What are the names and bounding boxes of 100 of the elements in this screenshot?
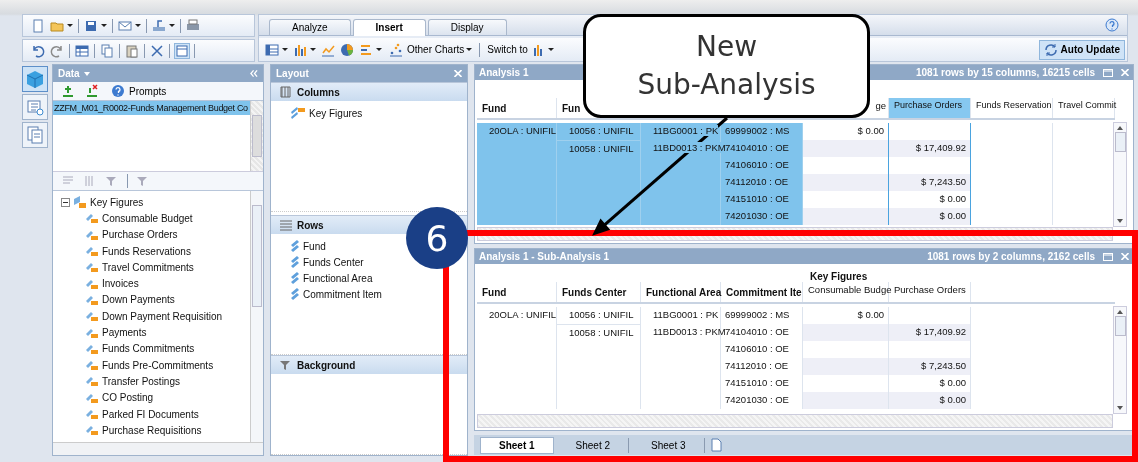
- help-icon[interactable]: [1105, 18, 1119, 32]
- add-data-icon[interactable]: [61, 84, 75, 98]
- column-header[interactable]: Fund: [480, 102, 509, 114]
- caret-icon[interactable]: [310, 48, 316, 51]
- table-cell: $ 0.00: [889, 392, 971, 409]
- save-icon[interactable]: [84, 18, 98, 33]
- layout-item[interactable]: Funds Center: [303, 256, 364, 268]
- section-title: Background: [297, 359, 356, 371]
- column-header[interactable]: Functional Area: [644, 286, 724, 298]
- tree-item[interactable]: Payments: [102, 327, 147, 338]
- sheet-tab[interactable]: Sheet 3: [633, 437, 705, 453]
- ribbon-tab[interactable]: Insert: [352, 19, 426, 36]
- table-icon[interactable]: [265, 42, 279, 57]
- caret-icon[interactable]: [282, 48, 288, 51]
- column-header[interactable]: ge: [873, 100, 888, 111]
- section-icon: [279, 85, 293, 99]
- measure-icon: [85, 211, 99, 226]
- measure-icon: [85, 358, 99, 373]
- layout-item[interactable]: Commitment Item: [303, 288, 382, 300]
- dimension-icon: [291, 288, 299, 300]
- undo-icon[interactable]: [31, 43, 45, 58]
- analysis-title: Analysis 1 - Sub-Analysis 1: [479, 251, 610, 262]
- scroll-down-icon[interactable]: [1117, 406, 1123, 410]
- tree-item[interactable]: Funds Reservations: [102, 245, 191, 257]
- ribbon-tab[interactable]: Analyze: [269, 19, 351, 35]
- caret-icon[interactable]: [101, 24, 107, 27]
- scroll-thumb[interactable]: [1114, 132, 1126, 152]
- column-header[interactable]: Fund: [480, 286, 509, 298]
- funnel-icon[interactable]: [136, 174, 150, 188]
- panel-icon[interactable]: [175, 43, 189, 58]
- scroll-up-icon[interactable]: [1117, 126, 1123, 130]
- data-source-item[interactable]: ZZFM_M01_R0002-Funds Management Budget Co: [53, 101, 250, 115]
- tree-item[interactable]: Funds Commitments: [102, 343, 195, 355]
- caret-icon[interactable]: [169, 24, 175, 27]
- auto-update-button[interactable]: Auto Update: [1038, 39, 1125, 60]
- callout-text: Sub-Analysis: [637, 67, 816, 103]
- switch-to-button[interactable]: Switch to: [485, 42, 556, 57]
- list-icon[interactable]: [22, 94, 48, 120]
- copy-icon[interactable]: [100, 43, 114, 58]
- tree-item[interactable]: Invoices: [102, 278, 139, 290]
- column-header[interactable]: Fun: [560, 102, 583, 114]
- funnel-icon[interactable]: [105, 174, 119, 188]
- caret-icon[interactable]: [67, 24, 73, 27]
- caret-icon[interactable]: [376, 48, 382, 51]
- collapse-icon[interactable]: [250, 70, 258, 77]
- table-cell: 10056 : UNIFIL: [557, 123, 641, 140]
- tree-item[interactable]: Transfer Postings: [102, 375, 180, 387]
- callout-text: New: [695, 29, 758, 66]
- pie-chart-icon[interactable]: [340, 42, 354, 57]
- scroll-up-icon[interactable]: [1117, 310, 1123, 314]
- column-header[interactable]: Purchase Orders: [892, 284, 968, 295]
- tree-item[interactable]: Key Figures: [90, 196, 144, 208]
- tree-item[interactable]: Funds Pre-Commitments: [102, 359, 214, 371]
- data-cube-icon[interactable]: [22, 66, 48, 92]
- section-title: Columns: [297, 86, 340, 98]
- tree-item[interactable]: Down Payments: [102, 294, 175, 306]
- close-icon[interactable]: [1121, 69, 1129, 76]
- panel-title: Layout: [276, 68, 309, 79]
- new-sheet-icon[interactable]: [708, 438, 723, 452]
- tree-item[interactable]: Travel Commitments: [102, 261, 194, 273]
- pages-icon[interactable]: [22, 122, 48, 148]
- section-icon: [279, 218, 293, 232]
- layout-item[interactable]: Fund: [303, 240, 326, 252]
- maximize-icon[interactable]: [1103, 251, 1113, 262]
- layout-item[interactable]: Key Figures: [309, 107, 363, 119]
- column-header[interactable]: Funds Center: [560, 286, 629, 298]
- caret-icon[interactable]: [135, 24, 141, 27]
- horizontal-bar-icon[interactable]: [359, 42, 373, 57]
- tree-item[interactable]: Purchase Requisitions: [102, 424, 202, 436]
- paste-icon[interactable]: [125, 43, 139, 58]
- bar-chart-icon[interactable]: [293, 42, 307, 57]
- tree-item[interactable]: Consumable Budget: [102, 212, 193, 224]
- column-header[interactable]: Consumable Budge: [806, 284, 894, 295]
- tree-item[interactable]: Parked FI Documents: [102, 408, 199, 420]
- expander-icon[interactable]: [61, 197, 70, 207]
- sheet-tab[interactable]: Sheet 1: [480, 436, 554, 454]
- column-header[interactable]: Travel Commit: [1056, 100, 1119, 110]
- tree-item[interactable]: Purchase Orders: [102, 229, 178, 241]
- close-icon[interactable]: [454, 70, 462, 77]
- maximize-icon[interactable]: [1103, 67, 1113, 78]
- column-header[interactable]: Funds Reservation: [974, 100, 1054, 110]
- scroll-thumb[interactable]: [1114, 316, 1126, 336]
- table-cell: $ 17,409.92: [889, 324, 971, 341]
- swap-table-icon[interactable]: [75, 43, 89, 58]
- ribbon-tab[interactable]: Display: [427, 19, 507, 35]
- column-header[interactable]: Commitment Ite: [724, 286, 804, 298]
- scroll-down-icon[interactable]: [1117, 219, 1123, 223]
- sheet-tab[interactable]: Sheet 2: [557, 437, 630, 453]
- new-document-icon[interactable]: [31, 18, 45, 33]
- close-icon[interactable]: [1121, 253, 1129, 260]
- tree-item[interactable]: CO Posting: [102, 392, 154, 404]
- layout-item[interactable]: Functional Area: [303, 272, 373, 284]
- remove-data-icon[interactable]: [85, 84, 99, 98]
- tree-item[interactable]: Down Payment Requisition: [102, 310, 223, 322]
- redo-icon[interactable]: [50, 43, 64, 58]
- measure-icon: [85, 309, 99, 324]
- delete-icon[interactable]: [150, 43, 164, 58]
- print-icon[interactable]: [186, 18, 200, 33]
- other-charts-button[interactable]: Other Charts: [387, 42, 475, 57]
- column-header[interactable]: Purchase Orders: [892, 100, 965, 110]
